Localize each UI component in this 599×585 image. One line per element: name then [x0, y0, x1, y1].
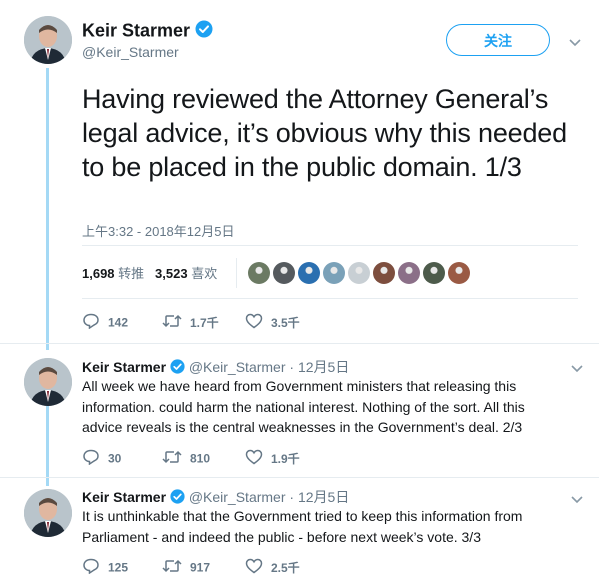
liker-avatars [248, 262, 473, 286]
liker-avatar[interactable] [298, 262, 320, 284]
tweet-actions: 30 810 1.9千 [82, 449, 562, 469]
avatar[interactable] [24, 16, 72, 64]
retweet-count-action: 1.7千 [190, 316, 219, 330]
reply-header: Keir Starmer @Keir_Starmer · 12月5日 [82, 487, 349, 507]
tweet-actions: 142 1.7千 3.5千 [82, 313, 562, 333]
like-label[interactable]: 喜欢 [191, 266, 217, 281]
retweet-count-action: 810 [190, 451, 211, 466]
separator-dot: · [289, 359, 295, 375]
reply-button[interactable]: 142 [82, 313, 128, 332]
retweet-count-action: 917 [190, 560, 211, 575]
chevron-down-icon[interactable] [571, 360, 583, 376]
tweet-text: Having reviewed the Attorney General’s l… [82, 84, 567, 182]
author-handle[interactable]: @Keir_Starmer [189, 359, 286, 375]
separator-dot: · [289, 489, 295, 505]
like-count[interactable]: 3,523 [155, 266, 188, 281]
like-count-action: 1.9千 [271, 452, 300, 466]
divider [236, 258, 237, 288]
heart-icon [245, 449, 263, 468]
thread-line [46, 68, 49, 350]
author-name[interactable]: Keir Starmer [82, 20, 213, 43]
liker-avatar[interactable] [273, 262, 295, 284]
heart-icon [245, 313, 263, 332]
verified-icon [170, 359, 185, 377]
divider [0, 343, 599, 344]
liker-avatar[interactable] [448, 262, 470, 284]
retweet-icon [162, 313, 182, 332]
retweet-icon [162, 558, 182, 577]
liker-avatar[interactable] [423, 262, 445, 284]
liker-avatar[interactable] [398, 262, 420, 284]
author-handle[interactable]: @Keir_Starmer [82, 44, 179, 60]
author-name[interactable]: Keir Starmer [82, 489, 166, 505]
reply-count: 142 [108, 315, 129, 330]
liker-avatar[interactable] [248, 262, 270, 284]
tweet-date[interactable]: 12月5日 [298, 359, 349, 375]
follow-button[interactable]: 关注 [446, 24, 550, 56]
retweet-button[interactable]: 917 [162, 558, 210, 577]
like-button[interactable]: 3.5千 [245, 313, 300, 332]
liker-avatar[interactable] [348, 262, 370, 284]
reply-count: 30 [108, 451, 122, 466]
thread-line [46, 404, 49, 486]
like-count-action: 2.5千 [271, 561, 300, 575]
retweet-button[interactable]: 810 [162, 449, 210, 468]
chevron-down-icon[interactable] [571, 491, 583, 507]
liker-avatar[interactable] [323, 262, 345, 284]
engagement-stats: 1,698 转推 3,523 喜欢 [82, 263, 217, 282]
verified-icon [170, 489, 185, 507]
author-name[interactable]: Keir Starmer [82, 359, 166, 375]
retweet-icon [162, 449, 182, 468]
reply-count: 125 [108, 560, 129, 575]
like-button[interactable]: 1.9千 [245, 449, 300, 468]
avatar[interactable] [24, 358, 72, 406]
retweet-count[interactable]: 1,698 [82, 266, 115, 281]
retweet-button[interactable]: 1.7千 [162, 313, 219, 332]
chevron-down-icon[interactable] [569, 34, 581, 50]
like-button[interactable]: 2.5千 [245, 558, 300, 577]
tweet-timestamp[interactable]: 上午3:32 - 2018年12月5日 [82, 221, 234, 240]
retweet-label[interactable]: 转推 [118, 266, 144, 281]
like-count-action: 3.5千 [271, 316, 300, 330]
liker-avatar[interactable] [373, 262, 395, 284]
divider [0, 477, 599, 478]
reply-button[interactable]: 30 [82, 449, 121, 468]
divider [82, 245, 578, 246]
reply-button[interactable]: 125 [82, 558, 128, 577]
author-handle[interactable]: @Keir_Starmer [189, 489, 286, 505]
avatar[interactable] [24, 489, 72, 537]
tweet-text: All week we have heard from Government m… [82, 378, 525, 435]
divider [82, 298, 578, 299]
heart-icon [245, 558, 263, 577]
tweet-actions: 125 917 2.5千 [82, 558, 562, 578]
reply-icon [82, 558, 100, 577]
author-name-text[interactable]: Keir Starmer [82, 20, 190, 40]
reply-icon [82, 313, 100, 332]
reply-icon [82, 449, 100, 468]
reply-header: Keir Starmer @Keir_Starmer · 12月5日 [82, 357, 349, 377]
tweet-date[interactable]: 12月5日 [298, 489, 349, 505]
verified-icon [195, 20, 213, 43]
tweet-text: It is unthinkable that the Government tr… [82, 508, 523, 545]
